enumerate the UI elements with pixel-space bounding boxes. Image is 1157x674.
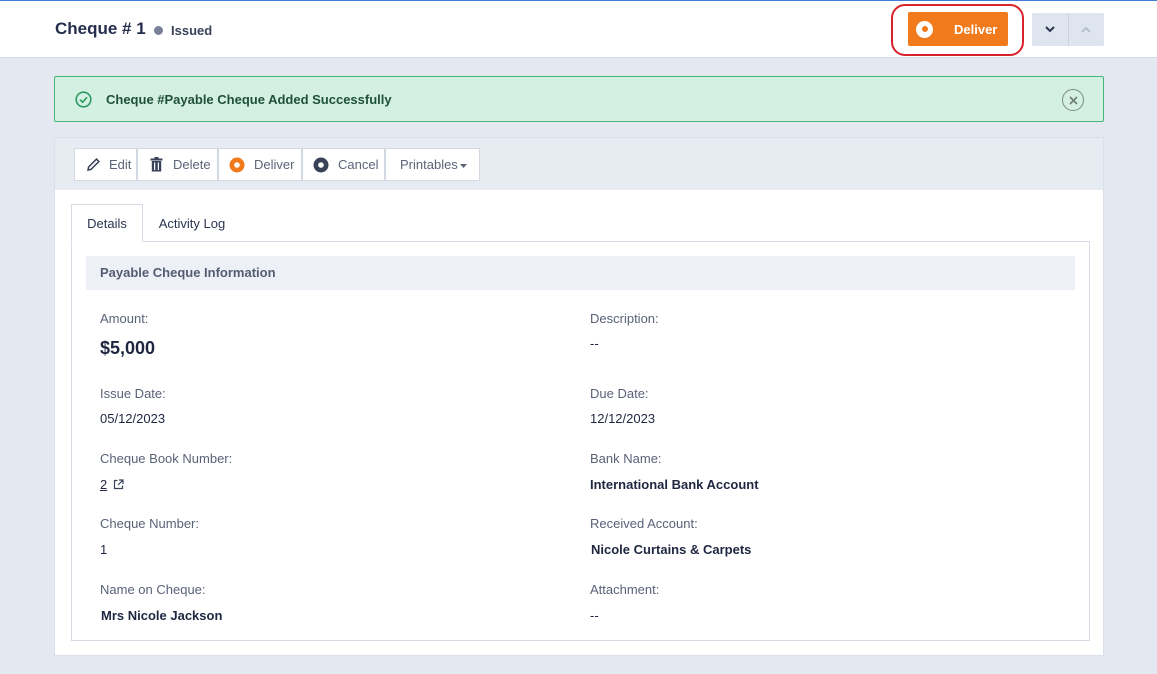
name-on-cheque-value: Mrs Nicole Jackson — [101, 608, 223, 623]
received-account-value: Nicole Curtains & Carpets — [591, 542, 752, 557]
details-content: Payable Cheque Information Amount: $5,00… — [71, 241, 1090, 641]
previous-record-button[interactable] — [1069, 13, 1105, 46]
amount-value: $5,000 — [100, 338, 156, 358]
amount-label: Amount: — [100, 311, 149, 326]
deliver-icon — [916, 20, 933, 38]
tab-activity-log[interactable]: Activity Log — [147, 204, 237, 242]
cheque-panel: Edit Delete Deliver Cancel Printables De… — [54, 137, 1104, 656]
check-circle-icon — [75, 91, 92, 108]
caret-down-icon — [459, 163, 467, 168]
deliver-button[interactable]: Deliver — [218, 148, 302, 181]
bank-name-value: International Bank Account — [590, 477, 759, 492]
attachment-value: -- — [590, 608, 599, 623]
due-date-value: 12/12/2023 — [590, 411, 656, 426]
record-nav-group — [1032, 13, 1104, 46]
name-on-cheque-label: Name on Cheque: — [100, 582, 206, 597]
chevron-up-icon — [1081, 26, 1091, 33]
edit-button[interactable]: Edit — [74, 148, 137, 181]
next-record-button[interactable] — [1032, 13, 1069, 46]
trash-icon — [150, 157, 163, 172]
header-deliver-button[interactable]: Deliver — [908, 12, 1008, 46]
alert-message: Cheque #Payable Cheque Added Successfull… — [106, 92, 392, 107]
description-label: Description: — [590, 311, 659, 326]
cancel-label: Cancel — [338, 157, 379, 172]
cheque-book-link[interactable]: 2 — [100, 477, 107, 492]
alert-close-button[interactable] — [1062, 89, 1084, 111]
status-dot-icon — [154, 26, 163, 35]
cheque-number-label: Cheque Number: — [100, 516, 199, 531]
page-header: Cheque # 1 Issued Deliver — [0, 1, 1157, 58]
bank-name-label: Bank Name: — [590, 451, 662, 466]
pencil-icon — [87, 158, 100, 171]
page-title: Cheque # 1 — [55, 19, 146, 38]
section-title: Payable Cheque Information — [86, 256, 1075, 290]
status-badge: Issued — [171, 23, 213, 38]
close-icon — [1068, 95, 1078, 105]
description-value: -- — [590, 336, 599, 351]
chevron-down-icon — [1045, 26, 1055, 33]
edit-label: Edit — [109, 157, 132, 172]
deliver-icon — [229, 157, 245, 172]
received-account-label: Received Account: — [590, 516, 698, 531]
cancel-button[interactable]: Cancel — [302, 148, 385, 181]
delete-label: Delete — [173, 157, 211, 172]
tab-details[interactable]: Details — [71, 204, 143, 242]
cancel-icon — [313, 157, 329, 172]
printables-label: Printables — [400, 157, 458, 172]
header-deliver-label: Deliver — [954, 21, 998, 37]
due-date-label: Due Date: — [590, 386, 649, 401]
cheque-book-label: Cheque Book Number: — [100, 451, 233, 466]
cheque-number-value: 1 — [100, 542, 108, 557]
action-toolbar: Edit Delete Deliver Cancel Printables — [55, 138, 1103, 190]
success-alert: Cheque #Payable Cheque Added Successfull… — [54, 76, 1104, 122]
cheque-book-field: 2 — [100, 477, 124, 492]
issue-date-label: Issue Date: — [100, 386, 166, 401]
external-link-icon[interactable] — [113, 479, 124, 490]
printables-dropdown[interactable]: Printables — [385, 148, 480, 181]
deliver-label: Deliver — [254, 157, 295, 172]
issue-date-value: 05/12/2023 — [100, 411, 166, 426]
attachment-label: Attachment: — [590, 582, 660, 597]
delete-button[interactable]: Delete — [137, 148, 218, 181]
